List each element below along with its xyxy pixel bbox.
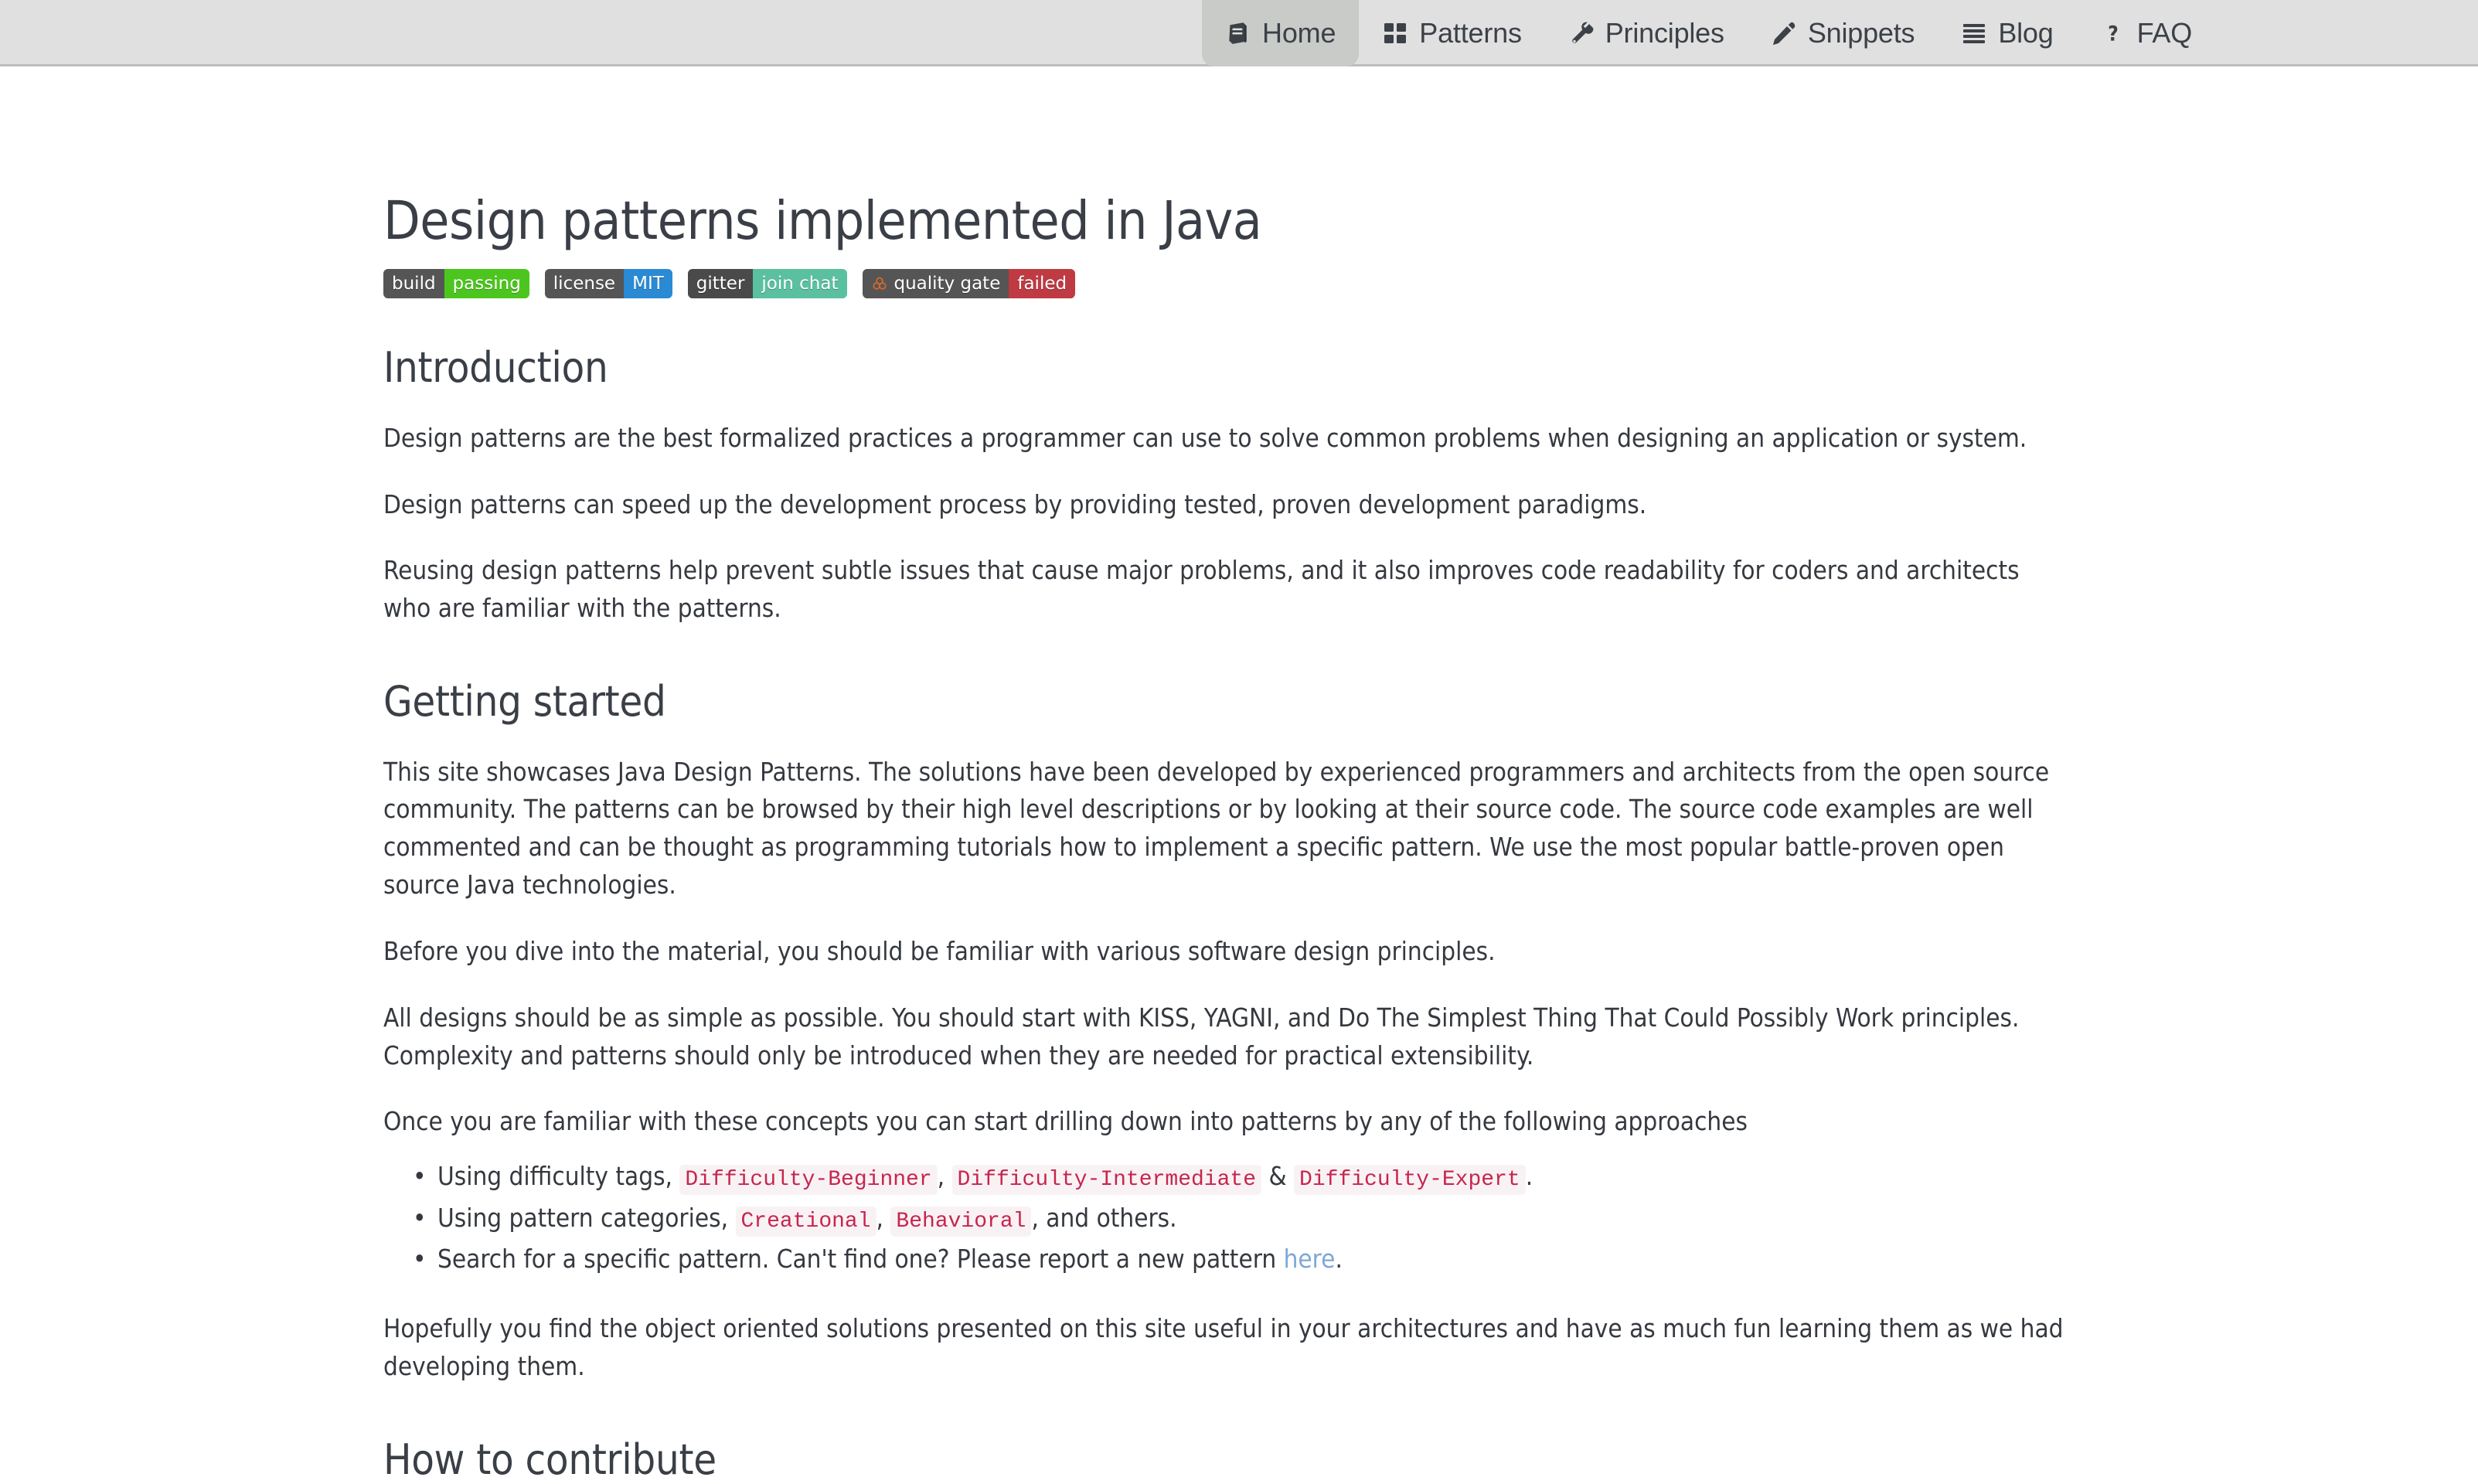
pencil-icon — [1771, 20, 1797, 46]
nav-item-label: FAQ — [2136, 17, 2193, 49]
badge-left-label: gitter — [687, 269, 754, 299]
nav-items-list: Home Patterns Principles Snippets Blog ?… — [1202, 0, 2215, 66]
approaches-list: Using difficulty tags, Difficulty-Beginn… — [383, 1141, 2068, 1278]
list-item-suffix: , and others. — [1031, 1202, 1177, 1233]
code-difficulty-beginner[interactable]: Difficulty-Beginner — [679, 1165, 938, 1196]
question-icon: ? — [2100, 20, 2126, 46]
nav-item-faq[interactable]: ? FAQ — [2077, 0, 2215, 66]
nav-item-blog[interactable]: Blog — [1938, 0, 2076, 66]
badge-left-label: quality gate — [887, 269, 1009, 299]
badge-left-label: build — [383, 269, 444, 299]
nav-item-snippets[interactable]: Snippets — [1748, 0, 1938, 66]
nav-item-label: Patterns — [1419, 17, 1522, 49]
list-item-suffix: . — [1335, 1244, 1343, 1275]
gitter-badge[interactable]: gitter join chat — [687, 269, 847, 299]
list-item: Search for a specific pattern. Can't fin… — [413, 1241, 2068, 1278]
build-badge[interactable]: build passing — [383, 269, 529, 299]
wrench-icon — [1568, 20, 1595, 46]
sonarqube-icon — [862, 269, 888, 299]
nav-item-label: Principles — [1605, 17, 1724, 49]
section-heading-how-to-contribute: How to contribute — [383, 1435, 717, 1484]
grid-icon — [1382, 20, 1408, 46]
list-lines-icon — [1961, 20, 1987, 46]
nav-item-label: Snippets — [1807, 17, 1915, 49]
section-heading-introduction: Introduction — [383, 343, 608, 393]
getting-started-paragraph-4: Once you are familiar with these concept… — [383, 1106, 1748, 1137]
book-icon — [1225, 20, 1251, 46]
code-difficulty-intermediate[interactable]: Difficulty-Intermediate — [951, 1165, 1262, 1196]
content-container: Design patterns implemented in Java buil… — [383, 66, 2068, 1482]
introduction-paragraph-3: Reusing design patterns help prevent sub… — [383, 555, 2020, 624]
nav-item-principles[interactable]: Principles — [1545, 0, 1748, 66]
nav-item-label: Blog — [1998, 17, 2054, 49]
badge-right-label: join chat — [753, 269, 847, 299]
getting-started-paragraph-2: Before you dive into the material, you s… — [383, 935, 1496, 966]
badge-left-label: license — [544, 269, 625, 299]
svg-text:?: ? — [2108, 23, 2119, 46]
getting-started-closing-paragraph: Hopefully you find the object oriented s… — [383, 1312, 2064, 1381]
list-item-prefix: Using pattern categories, — [437, 1202, 729, 1233]
report-new-pattern-link[interactable]: here — [1284, 1244, 1336, 1274]
code-creational[interactable]: Creational — [735, 1206, 876, 1237]
list-item-suffix: . — [1525, 1161, 1533, 1192]
list-item-prefix: Using difficulty tags, — [437, 1161, 672, 1192]
nav-item-patterns[interactable]: Patterns — [1359, 0, 1544, 66]
list-item: Using pattern categories, Creational, Be… — [413, 1200, 2068, 1237]
list-item-prefix: Search for a specific pattern. Can't fin… — [437, 1244, 1277, 1275]
badge-right-label: failed — [1009, 269, 1076, 299]
section-heading-getting-started: Getting started — [383, 677, 666, 727]
list-item-separator: , — [876, 1202, 883, 1233]
badge-right-label: MIT — [624, 269, 672, 299]
introduction-paragraph-2: Design patterns can speed up the develop… — [383, 488, 1647, 519]
quality-gate-badge[interactable]: quality gate failed — [862, 269, 1076, 299]
list-item: Using difficulty tags, Difficulty-Beginn… — [413, 1158, 2068, 1196]
page-content: Design patterns implemented in Java buil… — [0, 66, 2478, 1482]
nav-item-home[interactable]: Home — [1202, 0, 1360, 66]
list-item-separator: & — [1268, 1161, 1287, 1192]
nav-item-label: Home — [1262, 17, 1336, 49]
code-difficulty-expert[interactable]: Difficulty-Expert — [1294, 1165, 1526, 1196]
badge-right-label: passing — [444, 269, 529, 299]
top-navigation-bar: Home Patterns Principles Snippets Blog ?… — [0, 0, 2478, 66]
badge-row: build passing license MIT gitter join ch… — [383, 269, 2068, 299]
getting-started-paragraph-1: This site showcases Java Design Patterns… — [383, 756, 2050, 900]
license-badge[interactable]: license MIT — [544, 269, 672, 299]
introduction-paragraph-1: Design patterns are the best formalized … — [383, 422, 2027, 453]
code-behavioral[interactable]: Behavioral — [890, 1206, 1032, 1237]
getting-started-paragraph-3: All designs should be as simple as possi… — [383, 1002, 2020, 1070]
list-item-separator: , — [937, 1161, 945, 1192]
page-title: Design patterns implemented in Java — [383, 190, 1262, 252]
